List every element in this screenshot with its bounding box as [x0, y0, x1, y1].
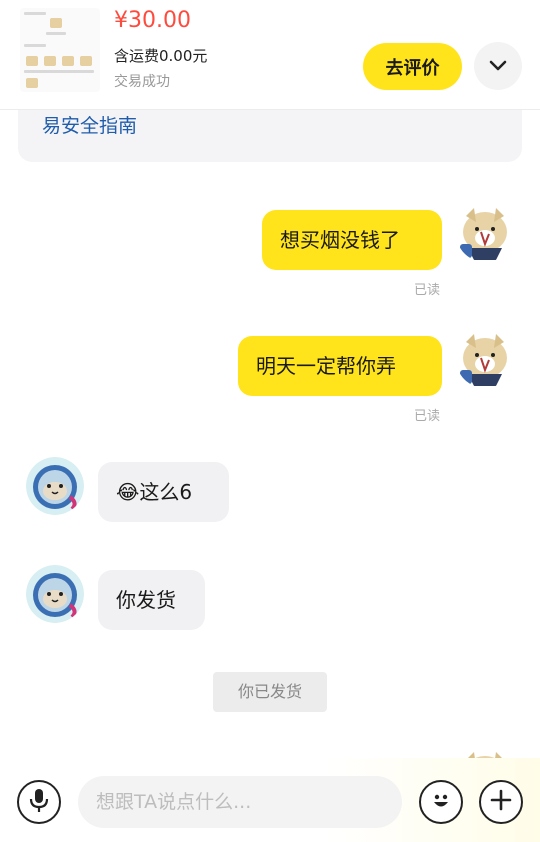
- contact-avatar[interactable]: [26, 457, 84, 515]
- message-text: 这么6: [139, 480, 193, 504]
- laughing-crying-emoji-icon: 😂: [116, 480, 140, 504]
- message-input[interactable]: [78, 776, 402, 828]
- shipping-fee: 含运费0.00元: [114, 47, 208, 65]
- emoji-icon: [428, 787, 454, 817]
- safety-guide-link[interactable]: 易安全指南: [18, 110, 522, 162]
- message-bubble-sent[interactable]: 明天一定帮你弄: [238, 336, 442, 396]
- expand-button[interactable]: [474, 42, 522, 90]
- review-button[interactable]: 去评价: [363, 43, 462, 90]
- my-avatar[interactable]: [456, 330, 514, 388]
- order-card[interactable]: ¥30.00 含运费0.00元 交易成功 去评价: [0, 0, 540, 110]
- my-avatar[interactable]: [456, 204, 514, 262]
- more-button[interactable]: [479, 780, 523, 824]
- emoji-button[interactable]: [419, 780, 463, 824]
- chevron-down-icon: [489, 57, 507, 76]
- system-note: 你已发货: [213, 672, 327, 712]
- microphone-icon: [28, 787, 50, 817]
- read-receipt: 已读: [414, 409, 441, 424]
- plus-icon: [489, 788, 513, 816]
- message-bubble-sent[interactable]: 想买烟没钱了: [262, 210, 442, 270]
- order-price: ¥30.00: [114, 8, 191, 33]
- product-thumbnail[interactable]: [20, 8, 100, 92]
- input-bar: [0, 758, 540, 842]
- contact-avatar[interactable]: [26, 565, 84, 623]
- voice-button[interactable]: [17, 780, 61, 824]
- read-receipt: 已读: [414, 283, 441, 298]
- message-bubble-received[interactable]: 你发货: [98, 570, 205, 630]
- transaction-status: 交易成功: [114, 74, 170, 90]
- my-avatar[interactable]: [456, 748, 514, 758]
- message-bubble-received[interactable]: 😂这么6: [98, 462, 229, 522]
